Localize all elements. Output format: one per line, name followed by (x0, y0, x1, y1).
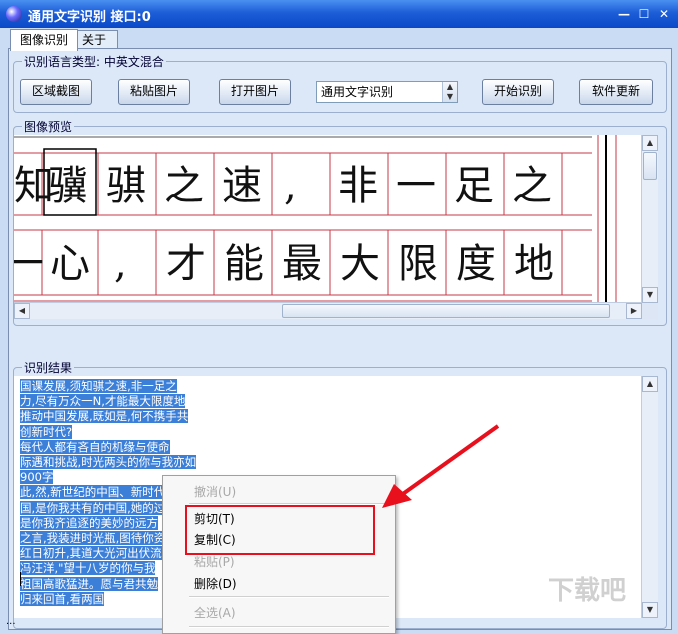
preview-char: 心 (50, 241, 90, 287)
annotation-highlight-box (185, 505, 375, 555)
app-icon (6, 6, 22, 22)
engine-select-value: 通用文字识别 (321, 85, 394, 99)
preview-char: 度 (456, 241, 496, 287)
result-line: 力,尽有万众一N,才能最大限度地 (20, 394, 186, 409)
spin-arrows-icon[interactable]: ▲ ▼ (442, 82, 457, 102)
preview-char: , (114, 241, 127, 287)
preview-char: 之 (164, 163, 204, 209)
scroll-right-icon[interactable]: ▶ (626, 303, 642, 319)
scroll-down-icon[interactable]: ▼ (642, 287, 658, 303)
language-group-legend: 识别语言类型: 中英文混合 (22, 53, 166, 70)
menu-item-delete[interactable]: 删除(D) (194, 575, 237, 592)
engine-select[interactable]: 通用文字识别 ▲ ▼ (316, 81, 458, 103)
result-line: 国,是你我共有的中国,她的过 (20, 500, 166, 515)
result-line: 之言,我装进时光瓶,图待你资 (20, 531, 166, 546)
preview-char: 之 (512, 163, 552, 209)
preview-char: 骐 (106, 163, 146, 209)
result-vertical-scrollbar[interactable]: ▲ ▼ (641, 376, 658, 618)
start-recognition-button[interactable]: 开始识别 (482, 79, 554, 105)
preview-char: 地 (514, 241, 554, 287)
scroll-up-icon[interactable]: ▲ (642, 135, 658, 151)
result-line: 每代人都有吝自的机缘与使命 (20, 439, 170, 454)
open-image-button[interactable]: 打开图片 (219, 79, 291, 105)
menu-item-undo[interactable]: 撤消(U) (194, 483, 236, 500)
status-bar: ... (6, 616, 16, 627)
result-line: 祖国高歌猛进。愿与君共勉 (20, 576, 158, 591)
watermark: 下载吧 (548, 576, 627, 606)
scrollbar-corner (642, 303, 658, 319)
scroll-left-icon[interactable]: ◀ (14, 303, 30, 319)
preview-char: , (284, 163, 297, 209)
preview-horizontal-scrollbar[interactable]: ◀ ▶ (14, 302, 642, 319)
preview-group-legend: 图像预览 (22, 118, 75, 135)
menu-separator (189, 626, 389, 628)
preview-char: 能 (224, 241, 264, 287)
preview-char: 速 (222, 163, 262, 209)
scroll-thumb[interactable] (643, 152, 657, 180)
close-button[interactable]: ✕ (656, 6, 672, 22)
result-line: 国课发展,须知骐之速,非一足之 (20, 379, 177, 393)
image-preview[interactable]: 知 骥 骐 之 速 , 非 一 足 之 一 心 , 才 能 最 大 限 度 地 … (14, 135, 658, 319)
menu-separator (189, 596, 389, 598)
language-group: 识别语言类型: 中英文混合 区域截图 粘贴图片 打开图片 通用文字识别 ▲ ▼ 开… (13, 53, 667, 113)
result-line: 是你我齐追逐的美妙的远方 (20, 515, 158, 530)
result-line: 冯汪洋,"望十八岁的你与我 (20, 561, 156, 576)
result-line: 红日初升,其道大光河出伏流 (20, 546, 162, 561)
menu-item-select-all[interactable]: 全选(A) (194, 604, 236, 621)
result-line: 归来回首,看两国 (20, 591, 105, 606)
scroll-up-icon[interactable]: ▲ (642, 376, 658, 392)
window-title: 通用文字识别 接口:0 (28, 10, 151, 25)
result-line: 创新时代? (20, 424, 73, 439)
software-update-button[interactable]: 软件更新 (579, 79, 653, 105)
result-line: 推动中国发展,既如是,何不携手共 (20, 409, 189, 424)
scroll-down-icon[interactable]: ▼ (642, 602, 658, 618)
minimize-button[interactable]: — (616, 6, 632, 22)
scroll-thumb[interactable] (282, 304, 610, 318)
result-line: 900字 (20, 470, 54, 485)
preview-char: 才 (166, 241, 206, 287)
preview-char: 大 (340, 241, 380, 287)
menu-item-paste[interactable]: 粘贴(P) (194, 553, 235, 570)
maximize-button[interactable]: ☐ (636, 6, 652, 22)
result-line: 际遇和挑战,时光两头的你与我亦如 (20, 455, 197, 470)
preview-char: 限 (398, 241, 438, 287)
preview-vertical-scrollbar[interactable]: ▲ ▼ (641, 135, 658, 303)
preview-char: 一 (14, 241, 44, 287)
title-bar[interactable]: 通用文字识别 接口:0 — ☐ ✕ (0, 0, 678, 28)
preview-group: 图像预览 知 骥 骐 之 速 , 非 一 足 之 一 心 , 才 能 最 大 限… (13, 118, 667, 326)
result-group-legend: 识别结果 (22, 359, 75, 376)
preview-char: 足 (454, 163, 494, 209)
preview-char: 一 (396, 163, 436, 209)
preview-char: 最 (282, 241, 322, 287)
text-caret (20, 572, 21, 586)
preview-char: 非 (338, 163, 378, 209)
handwriting-image: 知 骥 骐 之 速 , 非 一 足 之 一 心 , 才 能 最 大 限 度 地 (14, 135, 642, 303)
preview-char: 骥 (48, 163, 88, 209)
tab-image-recognition[interactable]: 图像识别 (10, 29, 78, 51)
region-capture-button[interactable]: 区域截图 (20, 79, 92, 105)
paste-image-button[interactable]: 粘贴图片 (118, 79, 190, 105)
annotation-arrow-icon (382, 424, 500, 508)
